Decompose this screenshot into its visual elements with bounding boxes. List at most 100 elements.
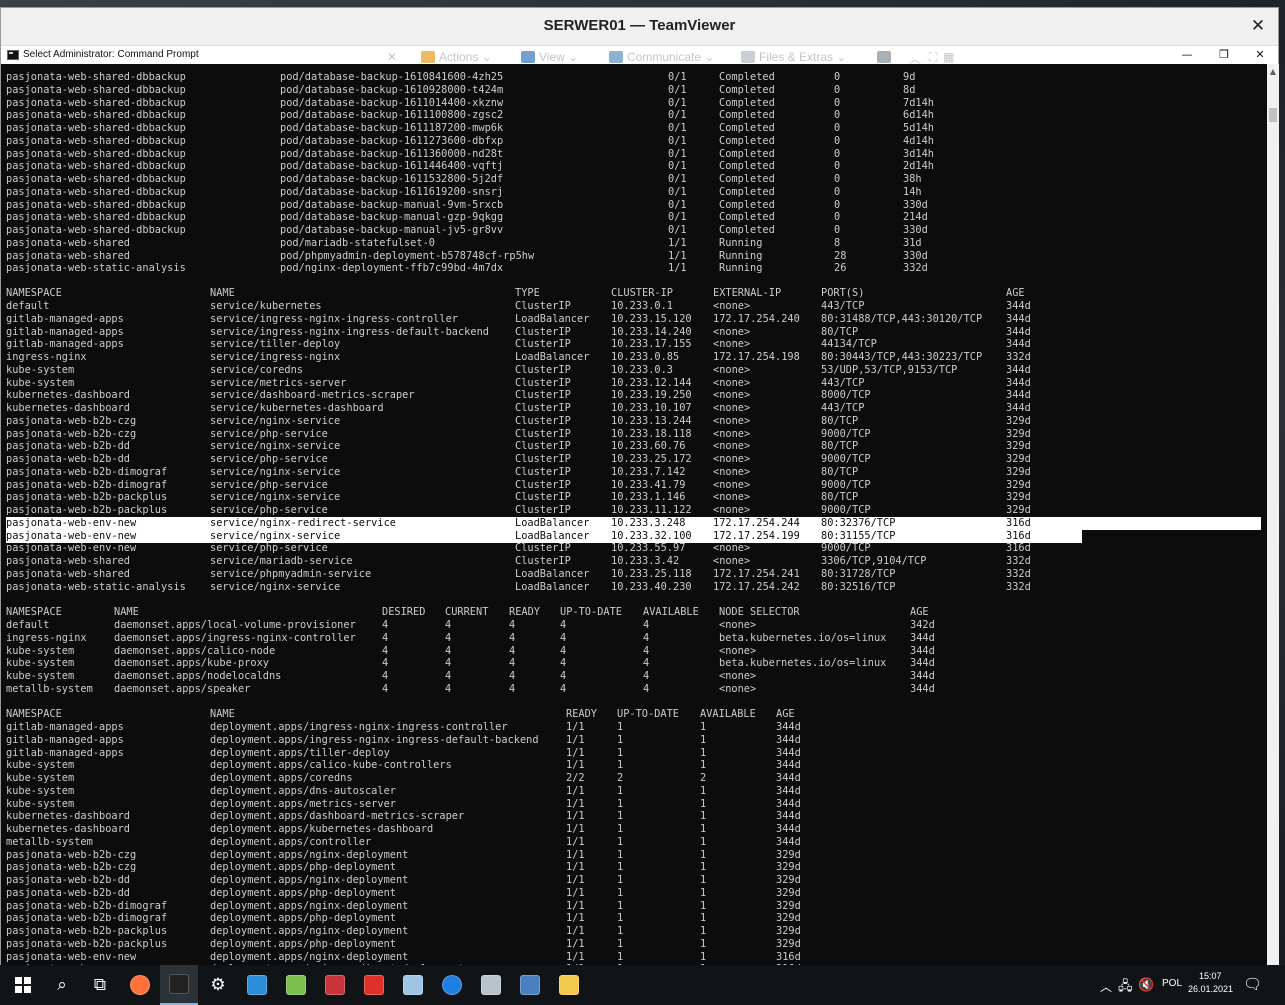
age-cell: 344d [776,746,801,759]
ready-cell: 1/1 [566,925,585,937]
terminal-output[interactable]: pasjonata-web-shared-dbbackup pod/databas… [1,64,1267,976]
files-label: Files & Extras [759,50,834,64]
status-cell: Running [719,262,763,275]
pdf-app-icon[interactable] [316,965,354,1005]
name-cell: service/mariadb-service [210,555,353,567]
up-to-date-cell: UP-TO-DATE [617,708,679,720]
status-cell: Completed [719,160,775,173]
age-cell: 330d [903,249,928,262]
clock-time[interactable]: 15:07 [1199,971,1222,981]
external-ip-cell: <none> [713,555,751,567]
notepad-icon[interactable] [277,965,315,1005]
available-cell: 1 [700,810,707,823]
age-cell: 329d [1006,504,1031,516]
namespace-cell: metallb-system [6,835,93,848]
name-cell: deployment.apps/nginx-deployment [210,950,409,963]
cluster-ip-cell: 10.233.25.118 [611,567,692,580]
cmd-close-button[interactable]: ✕ [1242,46,1278,64]
ready-cell: 1/1 [566,784,585,797]
desired-cell: 4 [382,631,389,644]
name-cell: pod/database-backup-manual-9vm-5rxcb [280,198,504,211]
volume-muted-icon[interactable]: 🔇 [1138,977,1154,993]
remote-desktop-icon[interactable] [511,965,549,1005]
name-cell: pod/database-backup-manual-gzp-9qkgg [280,211,504,224]
ready-cell: 0/1 [668,83,687,96]
external-ip-cell: <none> [713,542,751,555]
file-server-icon[interactable] [238,965,276,1005]
teamviewer-icon[interactable] [433,965,471,1005]
cluster-ip-cell: 10.233.7.142 [611,465,686,478]
mail-app-icon[interactable] [394,965,432,1005]
current-cell: 4 [445,619,452,631]
task-view-icon[interactable]: ⧉ [81,965,119,1005]
age-cell: 6d14h [903,109,934,122]
ready-cell: 1/1 [566,797,585,810]
settings-gear-icon[interactable]: ⚙ [199,965,237,1005]
status-cell: Completed [719,71,775,83]
network-icon[interactable]: 🖧 [1118,977,1133,999]
cluster-ip-cell: 10.233.0.3 [611,363,673,376]
restarts-cell: 0 [834,71,841,83]
search-icon[interactable]: ⌕ [43,965,81,1005]
start-icon[interactable] [4,965,42,1005]
minimize-button[interactable]: — [1169,46,1205,64]
age-cell: 316d [776,950,801,963]
namespace-cell: ingress-nginx [6,631,87,644]
name-cell: daemonset.apps/calico-node [114,644,276,657]
notifications-icon[interactable]: 🗨 [1243,975,1262,993]
type-cell: ClusterIP [515,465,571,478]
restarts-cell: 8 [834,236,841,249]
available-cell: 1 [700,797,707,810]
namespace-cell: gitlab-managed-apps [6,746,124,759]
name-cell: service/nginx-service [210,491,341,504]
actions-label: Actions [439,50,479,64]
name-cell: deployment.apps/php-deployment [210,937,396,950]
current-cell: 4 [445,682,452,695]
namespace-cell: kube-system [6,797,75,810]
ports-cell: 80:31488/TCP,443:30120/TCP [821,312,983,325]
ready-cell: 4 [509,682,516,695]
name-cell: daemonset.apps/speaker [114,682,251,695]
status-cell: Completed [719,173,775,185]
namespace-cell: pasjonata-web-static-analysis [6,580,186,593]
service-row: pasjonata-web-env-new service/nginx-redir… [6,516,1261,530]
namespace-cell: kube-system [6,670,75,682]
name-cell: deployment.apps/dashboard-metrics-scrape… [210,810,465,823]
current-cell: CURRENT [445,606,489,618]
maximize-button[interactable]: ❐ [1206,46,1242,64]
age-cell: 344d [776,810,801,823]
ports-cell: 80/TCP [821,440,859,453]
tray-chevron-icon[interactable]: ︿ [1100,978,1112,995]
teamviewer-close-button[interactable]: ✕ [1248,16,1268,36]
file-explorer-icon[interactable] [550,965,588,1005]
name-cell: deployment.apps/calico-kube-controllers [210,759,452,772]
age-cell: 329d [776,874,801,886]
available-cell: 1 [700,784,707,797]
ready-cell: 4 [509,657,516,670]
network-tool-icon[interactable] [472,965,510,1005]
ready-cell: 0/1 [668,134,687,147]
ports-cell: 443/TCP [821,376,865,389]
ready-cell: 4 [509,670,516,682]
acrobat-icon[interactable] [355,965,393,1005]
terminal-icon[interactable] [160,965,198,1005]
ready-cell: 1/1 [566,874,585,886]
node-selector-cell: beta.kubernetes.io/os=linux [719,657,887,670]
age-cell: AGE [776,708,795,720]
scroll-up-arrow-icon[interactable]: ▲ [1269,68,1277,76]
scroll-thumb[interactable] [1269,108,1277,122]
clock-date[interactable]: 26.01.2021 [1188,984,1233,994]
name-cell: service/php-service [210,542,328,555]
age-cell: 329d [776,912,801,925]
firefox-icon[interactable] [121,965,159,1005]
status-cell: Running [719,249,763,262]
name-cell: service/kubernetes [210,300,322,312]
age-cell: 332d [1006,351,1031,363]
teamviewer-title-bar[interactable]: SERWER01 — TeamViewer ✕ [1,8,1278,44]
terminal-scrollbar[interactable]: ▲ [1267,64,1279,976]
language-indicator[interactable]: POL [1162,978,1182,989]
age-cell: 344d [1006,325,1031,338]
name-cell: service/metrics-server [210,376,347,389]
namespace-cell: pasjonata-web-shared [6,236,130,249]
age-cell: 332d [903,262,928,275]
